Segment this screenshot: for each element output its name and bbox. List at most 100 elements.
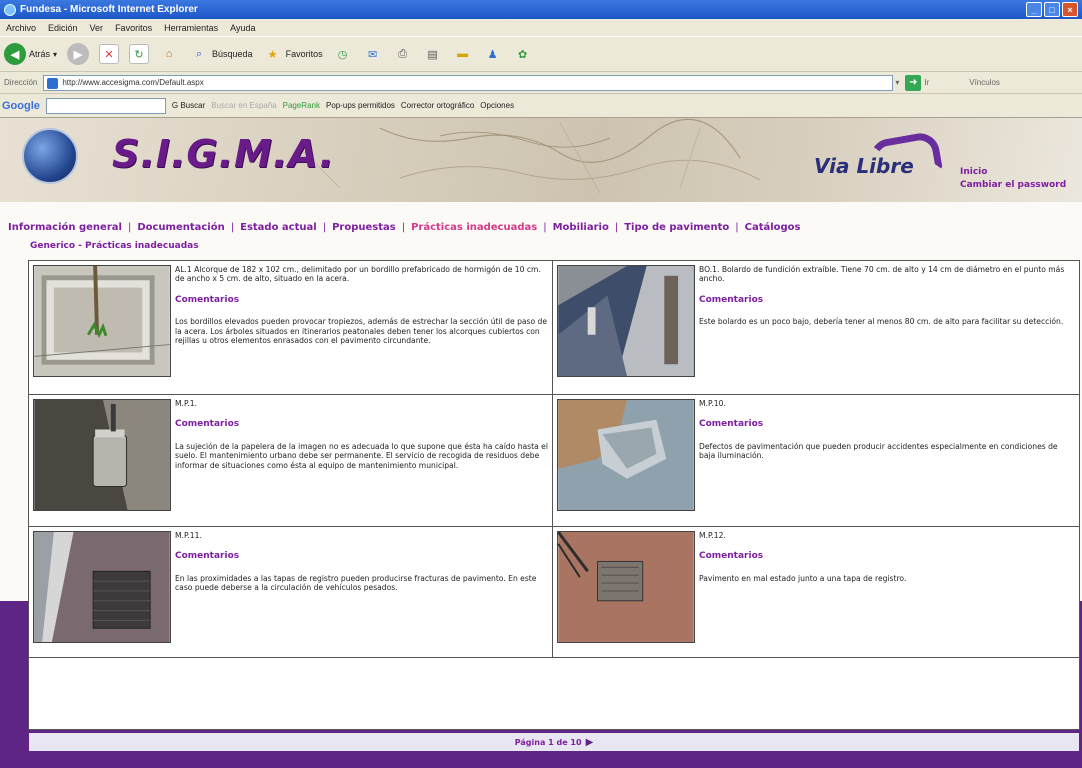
comments-heading: Comentarios <box>175 294 240 305</box>
favorites-label: Favoritos <box>285 49 323 59</box>
nav-estado-actual[interactable]: Estado actual <box>240 222 317 233</box>
address-label: Dirección <box>4 78 38 87</box>
home-icon[interactable]: ⌂ <box>159 44 179 64</box>
item-comment: En las proximidades a las tapas de regis… <box>175 573 537 593</box>
comments-heading: Comentarios <box>699 419 764 430</box>
practices-grid: AL.1 Alcorque de 182 x 102 cm., delimita… <box>28 260 1080 659</box>
sigma-logo: S.I.G.M.A. <box>112 132 335 176</box>
manhole-cracks-photo[interactable] <box>33 531 171 643</box>
via-libre-logo: Via Libre <box>814 154 914 178</box>
nav-practicas-inadecuadas[interactable]: Prácticas inadecuadas <box>411 222 537 233</box>
item-code: M.P.11. <box>175 531 202 540</box>
page-viewport: S.I.G.M.A. Via Libre Inicio Cambiar el p… <box>0 118 1082 768</box>
tree-pit-photo[interactable] <box>33 265 171 377</box>
nav-informacion-general[interactable]: Información general <box>8 222 122 233</box>
item-code: M.P.1. <box>175 399 198 408</box>
search-button[interactable]: ⌕ Búsqueda <box>189 44 253 64</box>
nav-propuestas[interactable]: Propuestas <box>332 222 396 233</box>
breadcrumb: Generico - Prácticas inadecuadas <box>30 241 199 251</box>
page-indicator: Página 1 de 10 <box>514 737 582 747</box>
home-link[interactable]: Inicio <box>960 166 1066 179</box>
google-search-button[interactable]: G Buscar <box>172 101 205 110</box>
star-icon: ★ <box>267 48 278 61</box>
pagination-bar: Página 1 de 10 ▶ <box>28 732 1080 752</box>
address-dropdown-icon[interactable]: ▾ <box>895 78 899 87</box>
refresh-icon[interactable]: ↻ <box>129 44 150 64</box>
address-bar: Dirección http://www.accesigma.com/Defau… <box>0 72 1082 94</box>
next-page-arrow-icon[interactable]: ▶ <box>586 737 594 748</box>
spellcheck-button[interactable]: Corrector ortográfico <box>401 101 474 110</box>
practice-card: M.P.1. Comentarios La sujeción de la pap… <box>29 395 553 527</box>
nav-documentacion[interactable]: Documentación <box>137 222 224 233</box>
window-titlebar: Fundesa - Microsoft Internet Explorer _ … <box>0 0 1082 19</box>
stop-icon[interactable]: ✕ <box>99 44 120 64</box>
practice-card: AL.1 Alcorque de 182 x 102 cm., delimita… <box>29 261 553 395</box>
maximize-button[interactable]: □ <box>1044 2 1060 17</box>
menu-edicion[interactable]: Edición <box>48 23 78 33</box>
window-title: Fundesa - Microsoft Internet Explorer <box>20 4 198 15</box>
search-icon: ⌕ <box>195 47 203 60</box>
popups-button[interactable]: Pop-ups permitidos <box>326 101 395 110</box>
google-search-input[interactable] <box>45 97 166 114</box>
item-code: AL.1 Alcorque de 182 x 102 cm., delimita… <box>175 265 541 284</box>
item-code: BO.1. Bolardo de fundición extraíble. Ti… <box>699 265 1065 284</box>
print-icon[interactable]: ⎙ <box>393 44 413 64</box>
manhole-pavement-photo[interactable] <box>557 531 695 643</box>
nav-catalogos[interactable]: Catálogos <box>745 222 801 233</box>
menu-bar: Archivo Edición Ver Favoritos Herramient… <box>0 19 1082 36</box>
pagerank-label: PageRank <box>282 101 320 110</box>
menu-ayuda[interactable]: Ayuda <box>230 23 255 33</box>
comments-heading: Comentarios <box>699 294 764 305</box>
google-logo[interactable]: Google <box>2 100 40 112</box>
nav-mobiliario[interactable]: Mobiliario <box>553 222 609 233</box>
practice-card: BO.1. Bolardo de fundición extraíble. Ti… <box>553 261 1079 395</box>
comments-heading: Comentarios <box>175 419 240 430</box>
back-label: Atrás <box>29 49 51 59</box>
site-banner: S.I.G.M.A. Via Libre Inicio Cambiar el p… <box>0 118 1082 202</box>
practice-card: M.P.11. Comentarios En las proximidades … <box>29 527 553 659</box>
item-comment: Los bordillos elevados pueden provocar t… <box>175 317 548 346</box>
links-label[interactable]: Vínculos <box>969 78 1000 87</box>
menu-favoritos[interactable]: Favoritos <box>115 23 152 33</box>
go-label[interactable]: Ir <box>924 78 929 87</box>
history-icon[interactable]: ◷ <box>333 44 353 64</box>
go-button[interactable]: ➜ <box>905 74 922 91</box>
favorites-button[interactable]: ★ Favoritos <box>263 44 323 64</box>
item-comment: La sujeción de la papelera de la imagen … <box>175 441 548 470</box>
search-label: Búsqueda <box>212 49 253 59</box>
options-button[interactable]: Opciones <box>480 101 514 110</box>
litter-bin-photo[interactable] <box>33 399 171 511</box>
menu-archivo[interactable]: Archivo <box>6 23 36 33</box>
google-toolbar: Google G Buscar Buscar en España PageRan… <box>0 94 1082 118</box>
grid-empty-area <box>28 658 1080 730</box>
change-password-link[interactable]: Cambiar el password <box>960 179 1066 192</box>
nav-tipo-pavimento[interactable]: Tipo de pavimento <box>624 222 729 233</box>
practice-card: M.P.12. Comentarios Pavimento en mal est… <box>553 527 1079 659</box>
practice-card: M.P.10. Comentarios Defectos de paviment… <box>553 395 1079 527</box>
folder-icon[interactable]: ▬ <box>453 44 473 64</box>
forward-button[interactable]: ▶ <box>67 43 90 65</box>
main-nav: Información general | Documentación | Esta… <box>8 222 801 233</box>
address-input[interactable]: http://www.accesigma.com/Default.aspx <box>43 74 894 91</box>
item-code: M.P.10. <box>699 399 726 408</box>
browser-toolbar: ◀ Atrás ▾ ▶ ✕ ↻ ⌂ ⌕ Búsqueda ★ Favoritos … <box>0 36 1082 72</box>
item-comment: Pavimento en mal estado junto a una tapa… <box>699 573 907 583</box>
back-arrow-icon: ◀ <box>4 43 26 65</box>
item-comment: Defectos de pavimentación que pueden pro… <box>699 441 1058 461</box>
menu-herramientas[interactable]: Herramientas <box>164 23 218 33</box>
globe-logo-icon <box>22 128 78 184</box>
edit-icon[interactable]: ▤ <box>423 44 443 64</box>
mail-icon[interactable]: ✉ <box>363 44 383 64</box>
pavement-defect-photo[interactable] <box>557 399 695 511</box>
research-icon[interactable]: ✿ <box>513 44 533 64</box>
messenger-icon[interactable]: ♟ <box>483 44 503 64</box>
site-search-button[interactable]: Buscar en España <box>211 101 276 110</box>
comments-heading: Comentarios <box>699 551 764 562</box>
minimize-button[interactable]: _ <box>1026 2 1042 17</box>
close-button[interactable]: × <box>1062 2 1078 17</box>
item-comment: Este bolardo es un poco bajo, debería te… <box>699 317 1064 327</box>
menu-ver[interactable]: Ver <box>90 23 104 33</box>
back-button[interactable]: ◀ Atrás ▾ <box>4 43 57 65</box>
bollard-photo[interactable] <box>557 265 695 377</box>
comments-heading: Comentarios <box>175 551 240 562</box>
